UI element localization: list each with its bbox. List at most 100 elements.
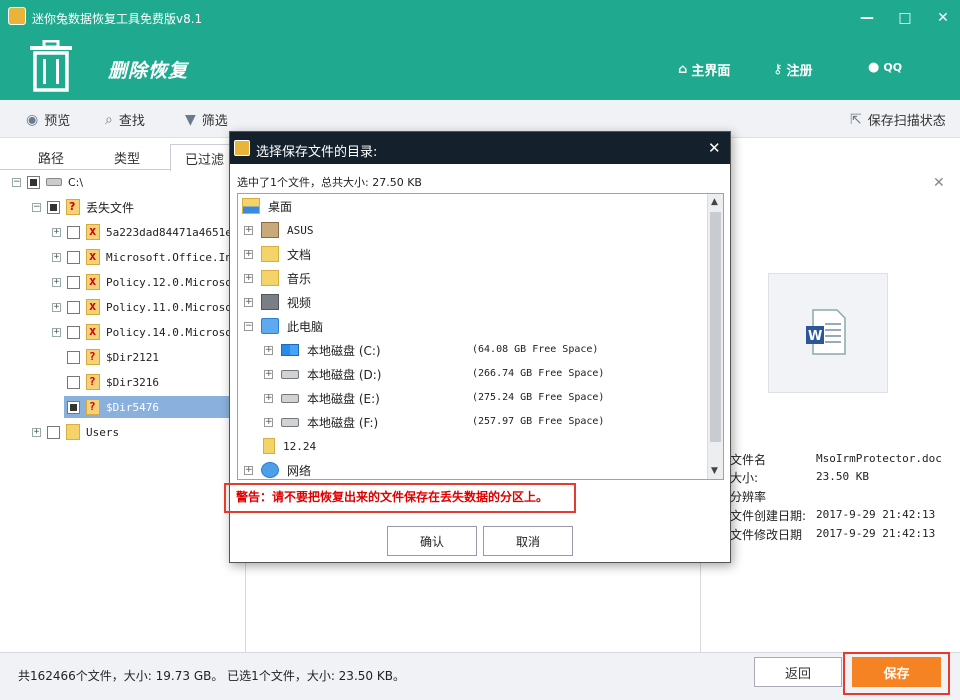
- dir-item-drive-d[interactable]: + 本地磁盘 (D:): [264, 363, 381, 385]
- expand-icon[interactable]: +: [52, 302, 61, 312]
- checkbox[interactable]: [67, 225, 80, 239]
- dir-item-drive-e[interactable]: + 本地磁盘 (E:): [264, 387, 380, 409]
- checkbox[interactable]: [67, 350, 80, 364]
- checkbox[interactable]: [67, 300, 80, 314]
- scroll-down-icon[interactable]: ▼: [711, 466, 718, 476]
- tree-row-selected[interactable]: $Dir5476: [64, 396, 245, 418]
- eye-icon: ◉: [26, 111, 39, 128]
- status-summary: 共162466个文件，大小: 19.73 GB。 已选1个文件，大小: 23.5…: [18, 669, 405, 683]
- scrollbar-thumb[interactable]: [710, 212, 721, 442]
- save-directory-dialog: 选择保存文件的目录: ✕ 选中了1个文件，总共大小: 27.50 KB 桌面 +…: [224, 131, 731, 563]
- expand-icon[interactable]: +: [244, 465, 253, 475]
- collapse-icon[interactable]: −: [12, 177, 21, 187]
- windows-drive-icon: [281, 344, 299, 356]
- dir-item-this-pc[interactable]: − 此电脑: [244, 315, 323, 337]
- directory-tree: 桌面 + ASUS + 文档 + 音乐 + 视频 − 此电脑 + 本地磁盘 (C…: [237, 193, 724, 480]
- expand-icon[interactable]: +: [264, 393, 273, 403]
- deleted-file-icon: [86, 224, 100, 240]
- save-scan-state-button[interactable]: ⇱ 保存扫描状态: [850, 110, 946, 130]
- tree-row[interactable]: $Dir3216: [67, 371, 159, 393]
- expand-icon[interactable]: +: [32, 427, 41, 437]
- scroll-up-icon[interactable]: ▲: [711, 197, 718, 207]
- user-folder-icon: [261, 222, 279, 238]
- file-tree: − C:\ − 丢失文件 + 5a223dad84471a4651ee + Mi…: [0, 172, 246, 652]
- expand-icon[interactable]: +: [244, 273, 253, 283]
- tree-row[interactable]: − 丢失文件: [32, 196, 134, 218]
- dir-item-video[interactable]: + 视频: [244, 291, 311, 313]
- filter-button[interactable]: ▼ 筛选: [185, 110, 228, 130]
- cancel-button[interactable]: 取消: [483, 526, 573, 556]
- music-folder-icon: [261, 270, 279, 286]
- checkbox[interactable]: [27, 175, 40, 189]
- video-folder-icon: [261, 294, 279, 310]
- tree-row[interactable]: + Policy.11.0.Microsoft: [52, 296, 245, 318]
- expand-icon[interactable]: +: [52, 327, 61, 337]
- tree-row[interactable]: + Users: [32, 421, 119, 443]
- lost-file-icon: [86, 374, 100, 390]
- expand-icon[interactable]: +: [244, 225, 253, 235]
- tab-filtered[interactable]: 已过滤: [170, 144, 236, 171]
- file-preview: W: [768, 273, 888, 393]
- expand-icon[interactable]: +: [52, 252, 61, 262]
- drive-icon: [281, 393, 299, 403]
- dir-item-documents[interactable]: + 文档: [244, 243, 311, 265]
- minimize-button[interactable]: —: [856, 8, 878, 28]
- desktop-icon: [242, 198, 260, 214]
- checkbox[interactable]: [67, 375, 80, 389]
- dialog-close-icon[interactable]: ✕: [708, 139, 721, 157]
- tree-row[interactable]: + Policy.14.0.Microsoft: [52, 321, 245, 343]
- dir-item-desktop[interactable]: 桌面: [242, 195, 292, 217]
- search-button[interactable]: ⌕ 查找: [105, 110, 145, 130]
- app-header: 迷你兔数据恢复工具免费版v8.1 — □ ✕ 删除恢复 ⌂ 主界面 ⚷ 注册 ●…: [0, 0, 960, 100]
- documents-folder-icon: [261, 246, 279, 262]
- nav-register[interactable]: ⚷ 注册: [773, 60, 813, 79]
- expand-icon[interactable]: +: [244, 249, 253, 259]
- tree-row[interactable]: + Policy.12.0.Microsoft: [52, 271, 245, 293]
- expand-icon[interactable]: +: [264, 345, 273, 355]
- checkbox[interactable]: [67, 275, 80, 289]
- checkbox[interactable]: [47, 425, 60, 439]
- tree-row[interactable]: − C:\: [12, 172, 83, 193]
- collapse-icon[interactable]: −: [32, 202, 41, 212]
- vertical-scrollbar[interactable]: ▲ ▼: [707, 194, 723, 479]
- expand-icon[interactable]: +: [52, 277, 61, 287]
- tree-row[interactable]: $Dir2121: [67, 346, 159, 368]
- close-panel-icon[interactable]: ✕: [933, 175, 945, 191]
- dir-item-asus[interactable]: + ASUS: [244, 219, 314, 241]
- dir-item-folder-1224[interactable]: 12.24: [263, 435, 316, 457]
- warning-message: 警告：请不要把恢复出来的文件保存在丢失数据的分区上。: [236, 490, 549, 504]
- detail-label-modified: 文件修改日期: [730, 528, 803, 542]
- save-button[interactable]: 保存: [852, 657, 941, 687]
- checkbox[interactable]: [67, 325, 80, 339]
- trash-icon: [30, 40, 72, 92]
- nav-home[interactable]: ⌂ 主界面: [678, 60, 730, 79]
- app-logo-icon: [234, 140, 250, 156]
- tab-path[interactable]: 路径: [38, 148, 64, 167]
- expand-icon[interactable]: +: [264, 417, 273, 427]
- preview-button[interactable]: ◉ 预览: [26, 110, 70, 130]
- drive-icon: [281, 417, 299, 427]
- checkbox[interactable]: [47, 200, 60, 214]
- tab-type[interactable]: 类型: [114, 148, 140, 167]
- dir-item-network[interactable]: + 网络: [244, 459, 311, 479]
- collapse-icon[interactable]: −: [244, 321, 253, 331]
- deleted-file-icon: [86, 324, 100, 340]
- tree-row[interactable]: + 5a223dad84471a4651ee: [52, 221, 238, 243]
- close-button[interactable]: ✕: [932, 8, 954, 28]
- expand-icon[interactable]: +: [52, 227, 61, 237]
- checkbox[interactable]: [67, 250, 80, 264]
- key-icon: ⚷: [773, 62, 783, 77]
- maximize-button[interactable]: □: [894, 8, 916, 28]
- expand-icon[interactable]: +: [244, 297, 253, 307]
- detail-value-created: 2017-9-29 21:42:13: [816, 508, 936, 521]
- checkbox[interactable]: [67, 400, 80, 414]
- expand-icon[interactable]: +: [264, 369, 273, 379]
- confirm-button[interactable]: 确认: [387, 526, 477, 556]
- dir-item-drive-c[interactable]: + 本地磁盘 (C:): [264, 339, 381, 361]
- view-tabs: 路径 类型 已过滤: [0, 144, 246, 171]
- dir-item-music[interactable]: + 音乐: [244, 267, 311, 289]
- nav-qq[interactable]: ● QQ: [868, 60, 902, 75]
- tree-row[interactable]: + Microsoft.Office.Interop: [52, 246, 245, 268]
- dir-item-drive-f[interactable]: + 本地磁盘 (F:): [264, 411, 378, 433]
- back-button[interactable]: 返回: [754, 657, 842, 687]
